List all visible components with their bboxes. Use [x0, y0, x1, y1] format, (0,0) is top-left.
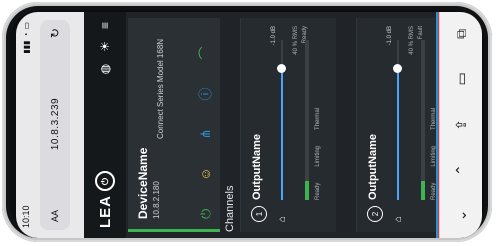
status-ready: Ready [315, 182, 321, 200]
channel-readout: -1.0 dB [387, 26, 393, 46]
theme-sun-icon[interactable]: ☀ [98, 41, 112, 52]
power-icon[interactable]: ⏻ [198, 209, 213, 219]
app-area: LEA ⏻ ◍ ☀ ≡ DeviceName 10.8.2.180 Connec… [84, 12, 482, 238]
channels-title: Channels [224, 185, 236, 232]
channel-aux-1: 40 % RMS [409, 26, 415, 55]
channel-aux-2: Fault [418, 26, 424, 40]
channel-aux-1: 40 % RMS [293, 26, 299, 55]
volume-knob[interactable] [393, 63, 402, 73]
book-icon[interactable]: ▭ [453, 72, 470, 85]
globe-icon[interactable]: ◍ [98, 64, 112, 74]
app-rotated: LEA ⏻ ◍ ☀ ≡ DeviceName 10.8.2.180 Connec… [84, 12, 482, 238]
channel-number: 1 [251, 206, 267, 222]
channel-number: 2 [367, 206, 383, 222]
channel-readout: -1.0 dB [271, 26, 277, 46]
device-card[interactable]: DeviceName 10.8.2.180 Connect Series Mod… [128, 18, 220, 232]
info-icon[interactable]: ⓘ [198, 88, 213, 101]
level-meter-fill [421, 180, 425, 200]
browser-toolbar: ⌄ ⌃ ⇪ ▭ ⧉ [439, 12, 482, 238]
channel-name: OutputName [251, 134, 263, 200]
level-meter [421, 40, 425, 200]
address-bar[interactable]: AA 10.8.3.239 ↻ [40, 20, 70, 230]
signal-icon: ▮▮▮ [21, 40, 31, 54]
header-icons: ◍ ☀ ≡ [98, 22, 112, 74]
browser-chrome: 10:10 ▮▮▮ ◔ ▭ AA 10.8.3.239 ↻ [16, 12, 84, 238]
volume-slider[interactable] [393, 40, 402, 200]
logo-text: LEA [96, 195, 114, 228]
address-url[interactable]: 10.8.3.239 [50, 38, 61, 210]
aa-button[interactable]: AA [50, 210, 60, 222]
share-icon[interactable]: ⇪ [453, 119, 470, 131]
volume-slider[interactable] [277, 40, 286, 200]
chevron-down-icon[interactable]: ⌄ [453, 210, 470, 222]
battery-icon: ▭ [21, 22, 31, 30]
chevron-up-icon[interactable]: ⌃ [453, 164, 470, 176]
status-thermal: Thermal [315, 107, 321, 130]
logo-power-icon: ⏻ [95, 171, 115, 191]
app-header: LEA ⏻ ◍ ☀ ≡ [84, 12, 126, 238]
device-model: Connect Series Model 168N [156, 38, 165, 139]
status-limiting: Limiting [315, 145, 321, 167]
level-meter-fill [305, 180, 309, 200]
network-icon: ⋔ [198, 128, 213, 140]
channel-card-1[interactable]: 1 OutputName ⌂ -1.0 dB 40 % RMS Ready Re… [240, 18, 336, 232]
headphone-icon[interactable]: ⌒ [198, 46, 213, 59]
volume-knob[interactable] [277, 63, 286, 73]
level-meter [305, 40, 309, 200]
speaker-icon[interactable]: ⌂ [277, 216, 288, 222]
status-time: 10:10 [21, 205, 31, 228]
status-smiley-icon: ☺ [198, 167, 213, 181]
toolbar-rotated: ⌄ ⌃ ⇪ ▭ ⧉ [440, 12, 482, 238]
status-icons: ▮▮▮ ◔ ▭ [22, 22, 31, 54]
phone-screen: 10:10 ▮▮▮ ◔ ▭ AA 10.8.3.239 ↻ LEA ⏻ ◍ ☀ … [16, 12, 482, 238]
browser-rotated: 10:10 ▮▮▮ ◔ ▭ AA 10.8.3.239 ↻ [16, 12, 84, 238]
brand-logo: LEA ⏻ [95, 171, 115, 228]
reload-icon[interactable]: ↻ [48, 28, 62, 38]
device-icon-row: ⏻ ☺ ⋔ ⓘ ⌒ [198, 46, 213, 219]
phone-frame: 10:10 ▮▮▮ ◔ ▭ AA 10.8.3.239 ↻ LEA ⏻ ◍ ☀ … [2, 2, 492, 242]
status-bar: 10:10 ▮▮▮ ◔ ▭ [18, 22, 34, 228]
wifi-icon: ◔ [21, 32, 31, 38]
channel-name: OutputName [367, 134, 379, 200]
menu-icon[interactable]: ≡ [98, 22, 112, 29]
tabs-icon[interactable]: ⧉ [453, 29, 470, 39]
channel-status-labels: Ready Limiting Thermal [315, 108, 321, 200]
volume-fill [281, 68, 283, 200]
volume-fill [397, 68, 399, 200]
speaker-icon[interactable]: ⌂ [393, 216, 404, 222]
device-name: DeviceName [136, 147, 150, 219]
